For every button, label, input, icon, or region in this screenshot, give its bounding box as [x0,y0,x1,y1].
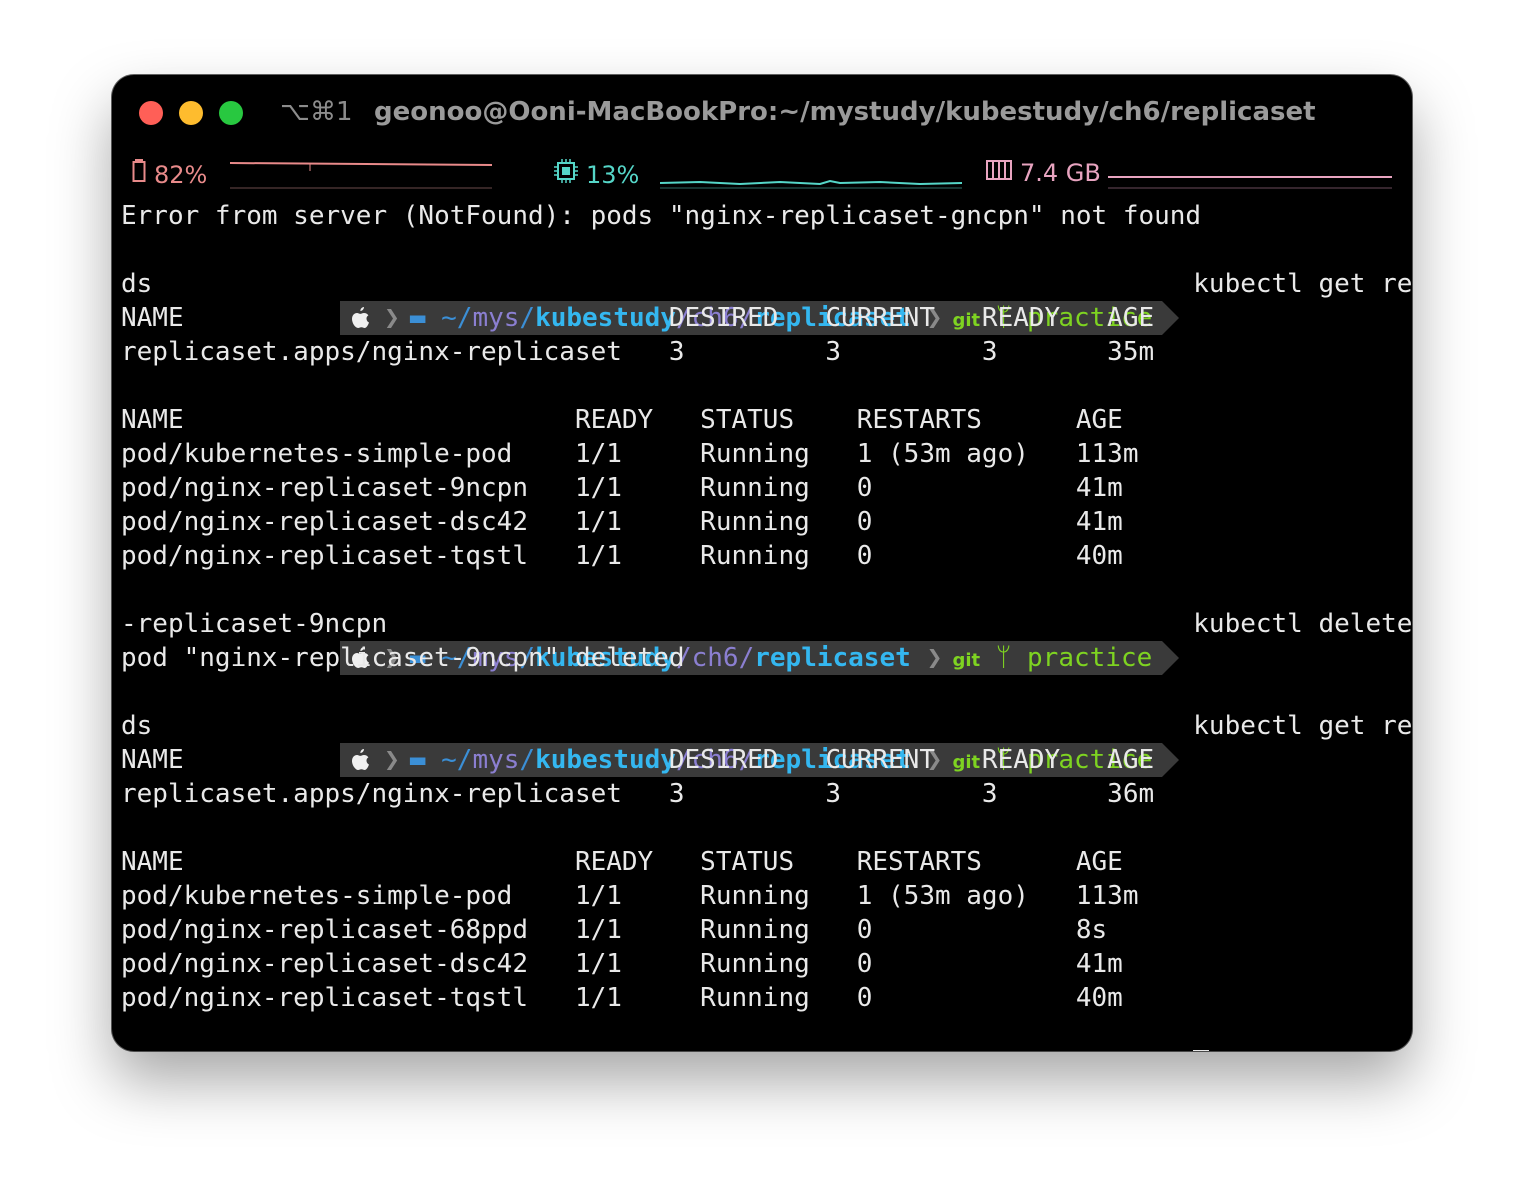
prompt-line: ❯ ▬ ~/mys/kubestudy/ch6/replicaset ❯ git ᛘ … [121,675,1412,777]
output-line: ds [121,269,153,299]
window-title: geonoo@Ooni-MacBookPro:~/mystudy/kubestu… [374,97,1316,127]
output-line: pod/nginx-replicaset-tqstl 1/1 Running 0… [121,541,1123,571]
memory-sparkline [1108,176,1392,189]
output-line: NAME READY STATUS RESTARTS AGE [121,847,1123,877]
output-line: NAME DESIRED CURRENT READY AGE [121,745,1155,775]
output-line: replicaset.apps/nginx-replicaset 3 3 3 3… [121,337,1155,367]
prompt-line[interactable]: ❯▬ ~/mys/kubestudy/ch6/replicaset❯git ᛘ … [121,1015,1406,1051]
output-line: pod "nginx-replicaset-9ncpn" deleted [121,643,685,673]
prompt: ❯▬ ~/mys/kubestudy/ch6/replicaset❯git ᛘ … [215,1049,1179,1051]
output-line: pod/kubernetes-simple-pod 1/1 Running 1 … [121,439,1139,469]
window-shortcut: ⌥⌘1 [280,97,353,127]
status-bar: 82% 13% 7.4 GB [112,153,1412,199]
terminal-window[interactable]: ⌥⌘1 geonoo@Ooni-MacBookPro:~/mystudy/kub… [112,75,1412,1051]
title-bar[interactable]: ⌥⌘1 geonoo@Ooni-MacBookPro:~/mystudy/kub… [112,75,1412,153]
minimize-button[interactable] [179,101,203,125]
cpu-value: 13% [586,161,640,189]
memory-icon [986,159,1012,187]
cpu-icon [554,159,578,189]
output-line: Error from server (NotFound): pods "ngin… [121,201,1202,231]
battery-icon [132,159,146,189]
close-button[interactable] [139,101,163,125]
battery-status: 82% [132,159,207,189]
terminal-cursor[interactable] [1193,1050,1210,1051]
prompt-line: ❯ ▬ ~/mys/kubestudy/ch6/replicaset ❯ git ᛘ … [121,573,1412,675]
memory-value: 7.4 GB [1020,159,1101,187]
output-line: pod/nginx-replicaset-dsc42 1/1 Running 0… [121,949,1123,979]
output-line: replicaset.apps/nginx-replicaset 3 3 3 3… [121,779,1155,809]
zoom-button[interactable] [219,101,243,125]
output-line: ds [121,711,153,741]
prompt-line: ❯ ▬ ~/mys/kubestudy/ch6/replicaset ❯ git ᛘ … [121,233,1412,335]
output-line: pod/nginx-replicaset-68ppd 1/1 Running 0… [121,915,1108,945]
battery-value: 82% [154,161,208,189]
memory-status: 7.4 GB [986,159,1101,187]
terminal-output[interactable]: Error from server (NotFound): pods "ngin… [121,199,1412,1051]
output-line: pod/nginx-replicaset-dsc42 1/1 Running 0… [121,507,1123,537]
output-line: pod/kubernetes-simple-pod 1/1 Running 1 … [121,881,1139,911]
cpu-status: 13% [554,159,639,189]
battery-sparkline [230,162,492,189]
output-line: pod/nginx-replicaset-9ncpn 1/1 Running 0… [121,473,1123,503]
output-line: pod/nginx-replicaset-tqstl 1/1 Running 0… [121,983,1123,1013]
output-line: -replicaset-9ncpn [121,609,388,639]
output-line: NAME DESIRED CURRENT READY AGE [121,303,1155,333]
cpu-sparkline [660,179,962,189]
output-line: NAME READY STATUS RESTARTS AGE [121,405,1123,435]
